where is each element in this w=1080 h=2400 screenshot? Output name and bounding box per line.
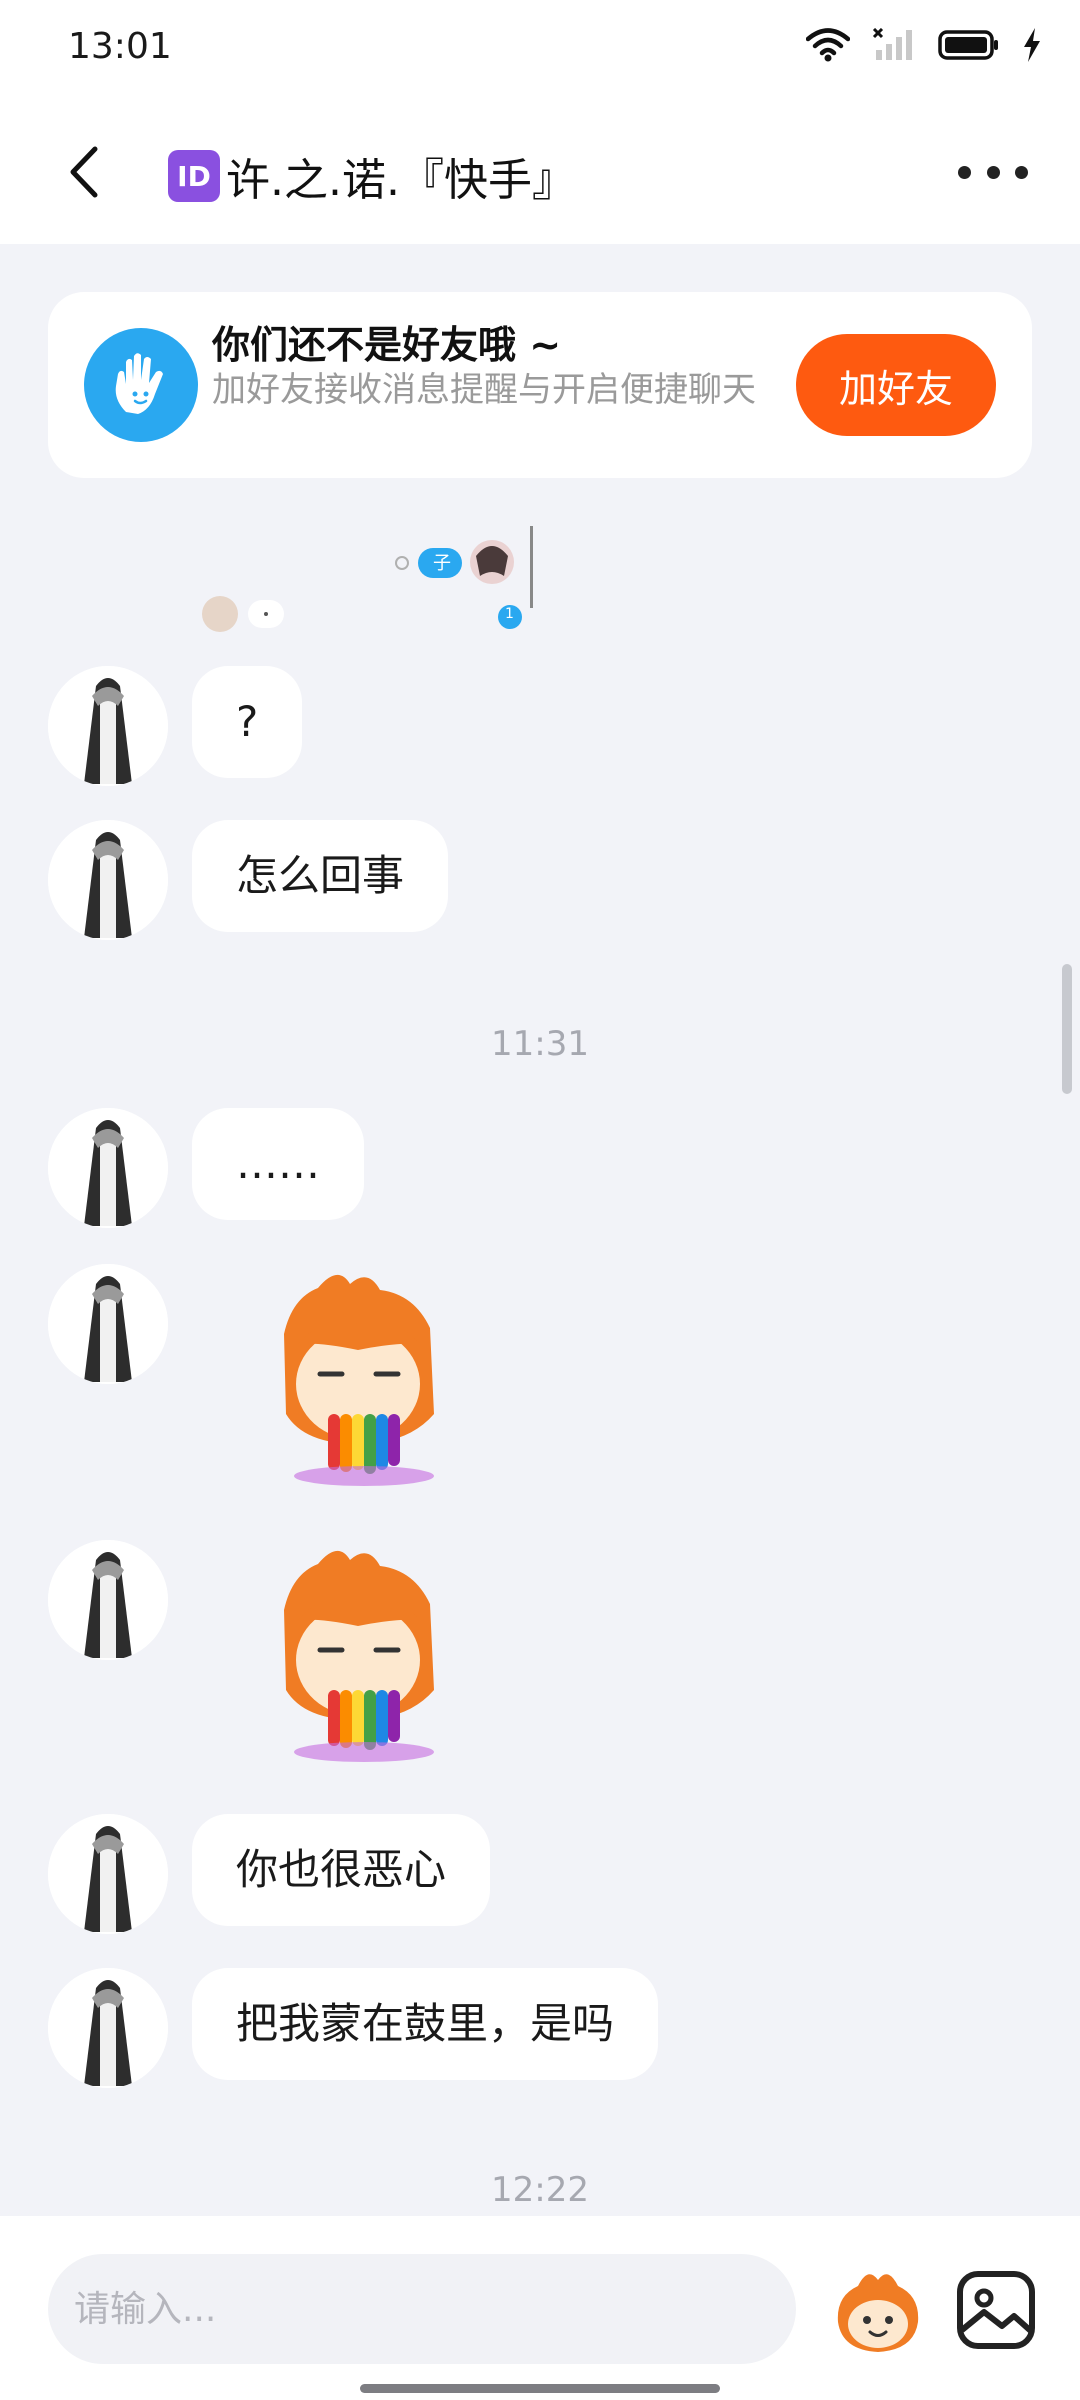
rainbow-vomit-sticker[interactable]: [228, 1540, 488, 1770]
chat-title-group: ID 许.之.诺.『快手』: [168, 144, 576, 208]
message-timestamp: 12:22: [491, 2170, 589, 2210]
chevron-left-icon: [70, 146, 98, 198]
back-button[interactable]: [54, 142, 114, 202]
input-bar: [0, 2216, 1080, 2400]
avatar[interactable]: [48, 1968, 168, 2088]
add-friend-button[interactable]: 加好友: [796, 334, 996, 436]
chat-header: ID 许.之.诺.『快手』: [0, 100, 1080, 244]
message-bubble[interactable]: ?: [192, 666, 303, 778]
image-button[interactable]: [954, 2268, 1038, 2352]
emoji-sticker-button[interactable]: [828, 2260, 928, 2360]
charging-icon: [1024, 28, 1040, 62]
image-icon: [957, 2271, 1035, 2349]
more-button[interactable]: [958, 152, 1028, 192]
avatar[interactable]: [48, 1540, 168, 1660]
message-timestamp: 11:31: [491, 1024, 589, 1064]
hand-wave-icon: [84, 328, 198, 442]
status-bar: 13:01: [0, 0, 1080, 100]
more-icon-dot: [958, 165, 971, 179]
shared-preview[interactable]: 子 1: [190, 520, 550, 640]
message-bubble[interactable]: 把我蒙在鼓里，是吗: [192, 1968, 659, 2080]
message-bubble[interactable]: 你也很恶心: [192, 1814, 491, 1926]
add-friend-card: 你们还不是好友哦 ~ 加好友接收消息提醒与开启便捷聊天 加好友: [48, 292, 1032, 478]
avatar[interactable]: [48, 1108, 168, 1228]
friend-prompt-description: 加好友接收消息提醒与开启便捷聊天: [212, 370, 756, 410]
wifi-icon: [806, 28, 850, 62]
friend-prompt-title: 你们还不是好友哦 ~: [212, 323, 562, 367]
status-icons: [806, 28, 1042, 62]
preview-badge-text: 子: [433, 553, 451, 574]
scrollbar[interactable]: [1062, 964, 1072, 1094]
message-bubble[interactable]: 怎么回事: [192, 820, 449, 932]
status-time: 13:01: [68, 26, 172, 67]
home-indicator: [360, 2384, 720, 2393]
avatar[interactable]: [48, 820, 168, 940]
avatar[interactable]: [48, 1814, 168, 1934]
more-icon-dot: [986, 165, 1000, 179]
id-badge-icon: ID: [168, 150, 220, 202]
message-input[interactable]: [48, 2254, 796, 2364]
chat-title: 许.之.诺.『快手』: [226, 155, 576, 206]
battery-icon: [938, 30, 998, 60]
signal-icon: [872, 28, 912, 60]
avatar[interactable]: [48, 1264, 168, 1384]
preview-count: 1: [505, 606, 514, 622]
message-bubble[interactable]: ……: [192, 1108, 364, 1220]
more-icon-dot: [1015, 165, 1028, 179]
avatar[interactable]: [48, 666, 168, 786]
emoji-sticker-icon: [837, 2274, 919, 2352]
rainbow-vomit-sticker[interactable]: [228, 1264, 488, 1494]
